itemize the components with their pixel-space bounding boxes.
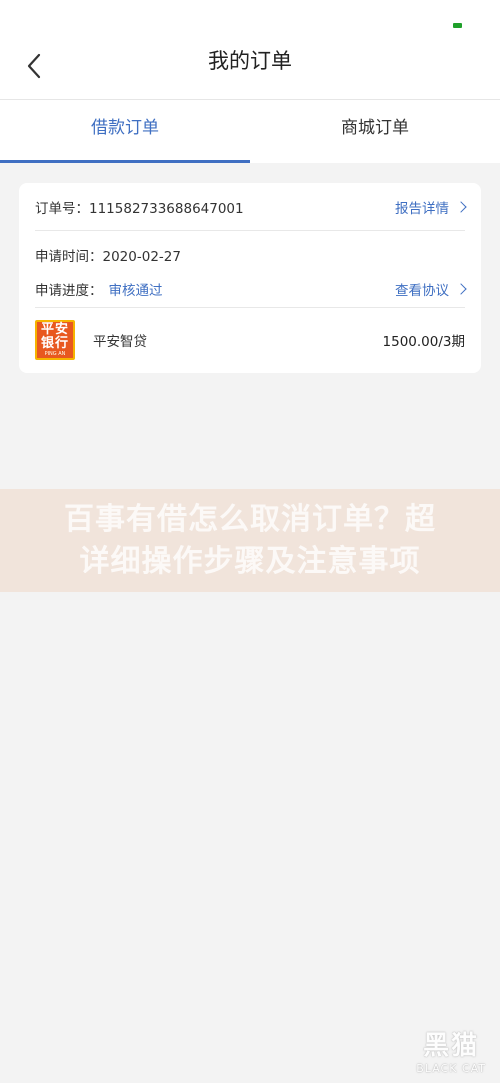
report-details-link[interactable]: 报告详情 xyxy=(395,197,467,217)
apply-progress-label: 申请进度： xyxy=(35,283,103,299)
product-row[interactable]: 平安 银行 PING AN 平安智贷 1500.00/3期 xyxy=(35,308,465,372)
page-title: 我的订单 xyxy=(208,49,292,73)
tab-loan-orders[interactable]: 借款订单 xyxy=(0,100,250,163)
corner-watermark-logo: 黑猫 BLACK CAT xyxy=(366,1003,486,1075)
order-number-row: 订单号：111582733688647001 报告详情 xyxy=(35,183,467,231)
order-card: 订单号：111582733688647001 报告详情 申请时间：2020-02… xyxy=(19,183,481,373)
order-number-value: 111582733688647001 xyxy=(89,200,244,217)
corner-brand-cn: 黑猫 xyxy=(423,1031,480,1061)
status-bar xyxy=(0,0,500,30)
tab-mall-orders[interactable]: 商城订单 xyxy=(250,100,500,163)
loan-amount: 1500.00/3期 xyxy=(382,334,465,350)
watermark-banner: 百事有借怎么取消订单？超 详细操作步骤及注意事项 xyxy=(0,489,500,592)
product-name: 平安智贷 xyxy=(93,334,147,350)
apply-progress-row: 申请进度： 审核通过 查看协议 xyxy=(35,279,467,308)
watermark-line-2: 详细操作步骤及注意事项 xyxy=(79,543,421,579)
corner-brand-en: BLACK CAT xyxy=(416,1062,486,1075)
status-badge: 审核通过 xyxy=(108,283,163,299)
order-tabs: 借款订单 商城订单 xyxy=(0,100,500,163)
back-button[interactable] xyxy=(14,46,54,86)
view-agreement-label: 查看协议 xyxy=(395,283,449,299)
main-content: 订单号：111582733688647001 报告详情 申请时间：2020-02… xyxy=(0,163,500,373)
apply-time-value: 2020-02-27 xyxy=(102,249,181,265)
order-number: 订单号：111582733688647001 xyxy=(35,197,244,217)
nav-bar: 我的订单 xyxy=(0,30,500,100)
order-number-label: 订单号： xyxy=(35,200,89,217)
battery-icon xyxy=(453,23,462,28)
view-agreement-link[interactable]: 查看协议 xyxy=(395,279,467,299)
bank-logo: 平安 银行 PING AN xyxy=(35,320,75,360)
report-details-label: 报告详情 xyxy=(395,200,449,217)
chevron-right-icon xyxy=(455,200,467,213)
chevron-left-icon xyxy=(27,53,41,79)
chevron-right-icon xyxy=(455,283,467,295)
apply-time-label: 申请时间： xyxy=(35,249,103,265)
apply-time-row: 申请时间：2020-02-27 xyxy=(35,231,465,279)
watermark-line-1: 百事有借怎么取消订单？超 xyxy=(64,501,436,537)
